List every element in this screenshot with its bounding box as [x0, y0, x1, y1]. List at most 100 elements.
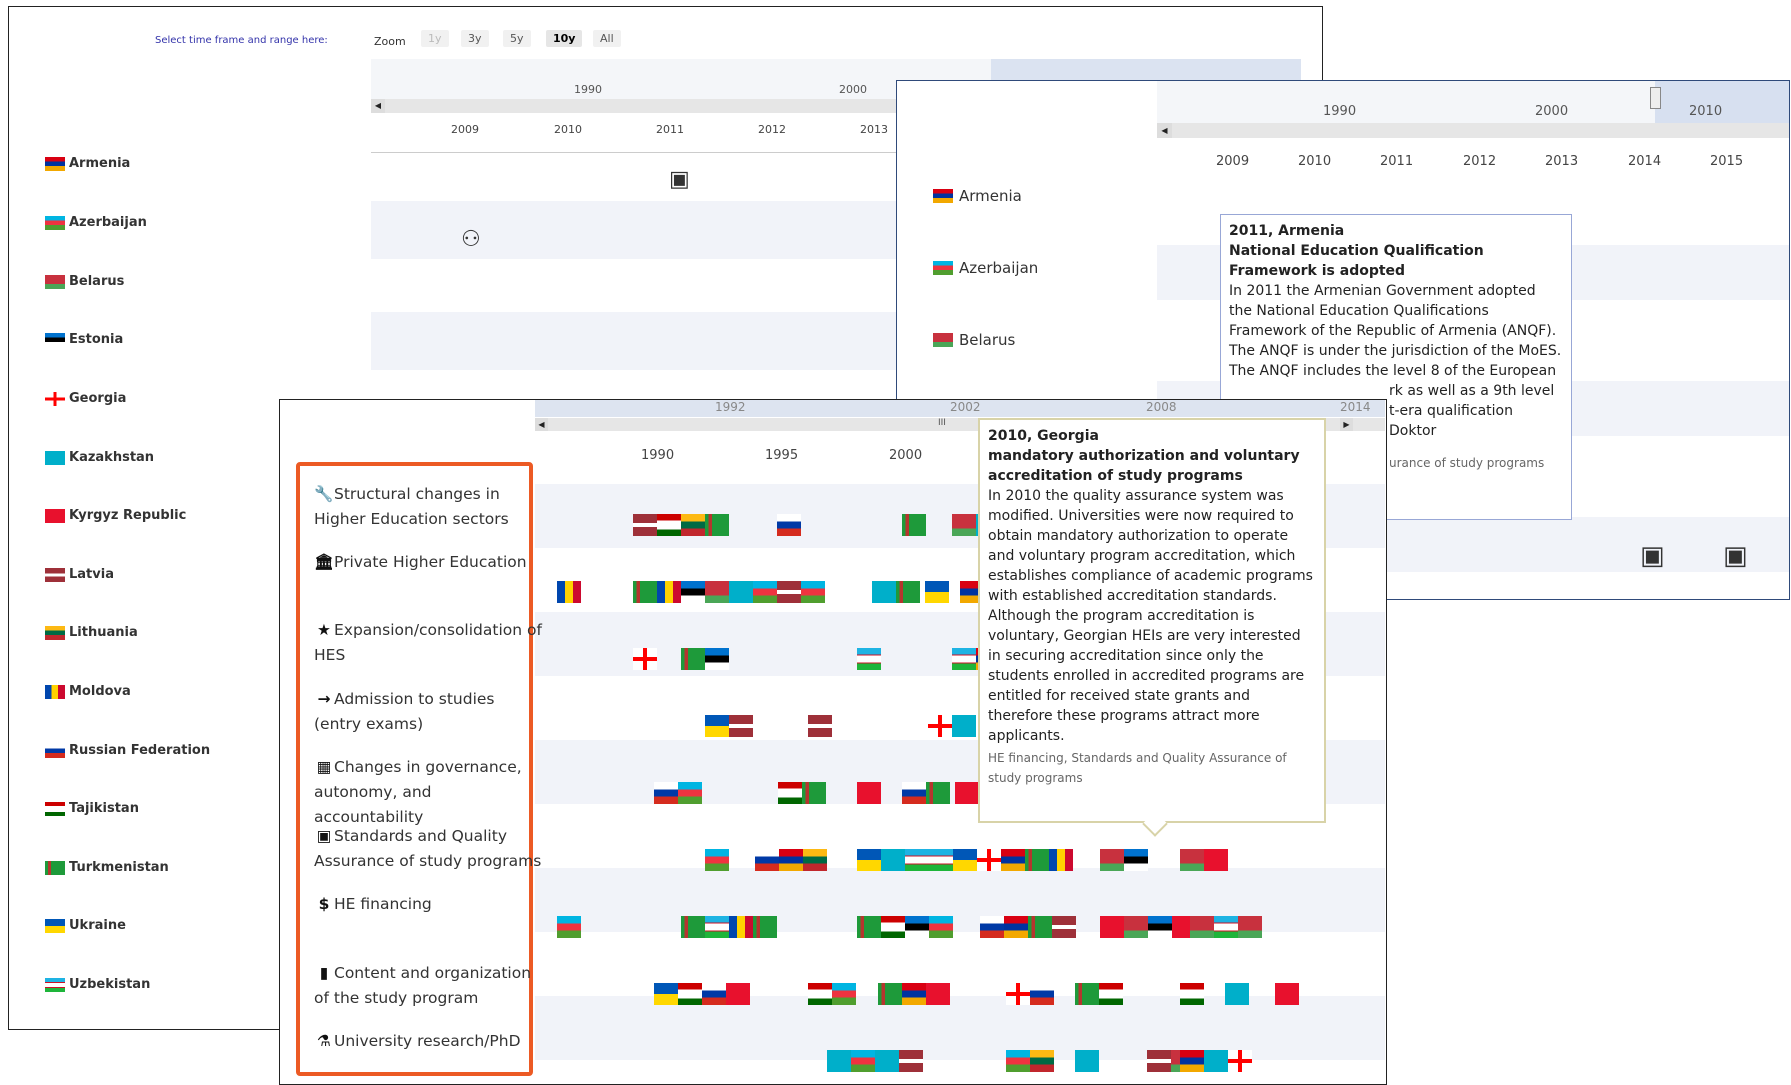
- category-standards[interactable]: ▣ Standards and Quality Assurance of stud…: [314, 824, 544, 874]
- zoom-1y-button[interactable]: 1y: [421, 30, 449, 47]
- event-flag-icon[interactable]: [925, 581, 949, 603]
- event-flag-icon[interactable]: [1030, 983, 1054, 1005]
- event-flag-icon[interactable]: [977, 849, 1001, 871]
- country-row-russia[interactable]: Russian Federation: [45, 743, 210, 758]
- event-flag-icon[interactable]: [633, 514, 657, 536]
- event-flag-icon[interactable]: [857, 782, 881, 804]
- category-governance[interactable]: ▦ Changes in governance, autonomy, and ac…: [314, 755, 544, 830]
- event-flag-icon[interactable]: [808, 715, 832, 737]
- event-flag-icon[interactable]: [654, 782, 678, 804]
- event-flag-icon[interactable]: [872, 581, 896, 603]
- event-flag-icon[interactable]: [857, 648, 881, 670]
- event-flag-icon[interactable]: [1180, 1050, 1204, 1072]
- category-private-he[interactable]: 🏛Private Higher Education: [314, 550, 544, 575]
- scroll-grip-icon[interactable]: III: [938, 418, 946, 428]
- zoom-all-button[interactable]: All: [593, 30, 621, 47]
- event-flag-icon[interactable]: [1004, 916, 1028, 938]
- navigator-handle[interactable]: [1650, 87, 1661, 109]
- event-flag-icon[interactable]: [1214, 916, 1238, 938]
- event-flag-icon[interactable]: [929, 849, 953, 871]
- event-flag-icon[interactable]: [929, 916, 953, 938]
- country-row-moldova[interactable]: Moldova: [45, 684, 131, 699]
- event-flag-icon[interactable]: [1147, 1050, 1171, 1072]
- event-flag-icon[interactable]: [753, 916, 777, 938]
- event-flag-icon[interactable]: [705, 581, 729, 603]
- scroll-right-icon[interactable]: ▶: [1340, 418, 1353, 431]
- zoom-3y-button[interactable]: 3y: [461, 30, 489, 47]
- event-flag-icon[interactable]: [980, 916, 1004, 938]
- event-flag-icon[interactable]: [802, 782, 826, 804]
- event-flag-icon[interactable]: [902, 782, 926, 804]
- event-flag-icon[interactable]: [881, 916, 905, 938]
- event-flag-icon[interactable]: [851, 1050, 875, 1072]
- event-flag-icon[interactable]: [857, 849, 881, 871]
- event-flag-icon[interactable]: [1006, 1050, 1030, 1072]
- event-flag-icon[interactable]: [557, 916, 581, 938]
- standards-icon[interactable]: ▣: [669, 167, 690, 192]
- event-flag-icon[interactable]: [681, 514, 705, 536]
- event-flag-icon[interactable]: [928, 715, 952, 737]
- standards-icon[interactable]: ▣: [1640, 541, 1665, 571]
- event-flag-icon[interactable]: [777, 514, 801, 536]
- country-row-belarus[interactable]: Belarus: [45, 274, 124, 289]
- event-flag-icon[interactable]: [808, 983, 832, 1005]
- country-row-armenia[interactable]: Armenia: [45, 156, 130, 171]
- event-flag-icon[interactable]: [1006, 983, 1030, 1005]
- event-flag-icon[interactable]: [832, 983, 856, 1005]
- governance-icon[interactable]: ⚇: [461, 227, 481, 252]
- country-row-kazakhstan[interactable]: Kazakhstan: [45, 450, 154, 465]
- event-flag-icon[interactable]: [755, 849, 779, 871]
- event-flag-icon[interactable]: [1228, 1050, 1252, 1072]
- event-flag-icon[interactable]: [729, 715, 753, 737]
- category-content[interactable]: ▮ Content and organization of the study p…: [314, 961, 544, 1011]
- event-flag-icon[interactable]: [1001, 849, 1025, 871]
- event-flag-icon[interactable]: [952, 514, 976, 536]
- scroll-left-icon[interactable]: ◀: [371, 99, 385, 113]
- event-flag-icon[interactable]: [705, 514, 729, 536]
- scroll-left-icon[interactable]: ◀: [535, 418, 548, 431]
- event-flag-icon[interactable]: [777, 581, 801, 603]
- standards-icon[interactable]: ▣: [1723, 541, 1748, 571]
- event-flag-icon[interactable]: [1049, 849, 1073, 871]
- event-flag-icon[interactable]: [1190, 916, 1214, 938]
- scroll-left-icon[interactable]: ◀: [1157, 123, 1172, 138]
- event-flag-icon[interactable]: [705, 849, 729, 871]
- event-flag-icon[interactable]: [926, 983, 950, 1005]
- country-row-azerbaijan[interactable]: Azerbaijan: [45, 215, 147, 230]
- country-row-ukraine[interactable]: Ukraine: [45, 918, 126, 933]
- event-flag-icon[interactable]: [729, 916, 753, 938]
- event-flag-icon[interactable]: [1204, 1050, 1228, 1072]
- event-flag-icon[interactable]: [899, 1050, 923, 1072]
- event-flag-icon[interactable]: [681, 581, 705, 603]
- category-structural-changes[interactable]: 🔧Structural changes in Higher Education …: [314, 482, 544, 532]
- category-financing[interactable]: $ HE financing: [314, 892, 544, 917]
- zoom-5y-button[interactable]: 5y: [503, 30, 531, 47]
- event-flag-icon[interactable]: [1075, 983, 1099, 1005]
- event-flag-icon[interactable]: [952, 648, 976, 670]
- zoom-10y-button[interactable]: 10y: [546, 30, 583, 47]
- event-flag-icon[interactable]: [952, 715, 976, 737]
- event-flag-icon[interactable]: [1180, 849, 1204, 871]
- event-flag-icon[interactable]: [875, 1050, 899, 1072]
- event-flag-icon[interactable]: [1100, 849, 1124, 871]
- event-flag-icon[interactable]: [557, 581, 581, 603]
- event-flag-icon[interactable]: [1204, 849, 1228, 871]
- event-flag-icon[interactable]: [657, 514, 681, 536]
- event-flag-icon[interactable]: [657, 581, 681, 603]
- event-flag-icon[interactable]: [729, 581, 753, 603]
- event-flag-icon[interactable]: [726, 983, 750, 1005]
- event-flag-icon[interactable]: [1238, 916, 1262, 938]
- event-flag-icon[interactable]: [681, 648, 705, 670]
- event-flag-icon[interactable]: [1075, 1050, 1099, 1072]
- event-flag-icon[interactable]: [801, 581, 825, 603]
- event-flag-icon[interactable]: [857, 916, 881, 938]
- country-row-lithuania[interactable]: Lithuania: [45, 625, 138, 640]
- event-flag-icon[interactable]: [896, 581, 920, 603]
- event-flag-icon[interactable]: [1148, 916, 1172, 938]
- category-expansion[interactable]: ★ Expansion/consolidation of HES: [314, 618, 544, 668]
- event-flag-icon[interactable]: [881, 849, 905, 871]
- scrollbar[interactable]: [1157, 123, 1789, 138]
- event-flag-icon[interactable]: [1124, 849, 1148, 871]
- event-flag-icon[interactable]: [778, 782, 802, 804]
- event-flag-icon[interactable]: [1052, 916, 1076, 938]
